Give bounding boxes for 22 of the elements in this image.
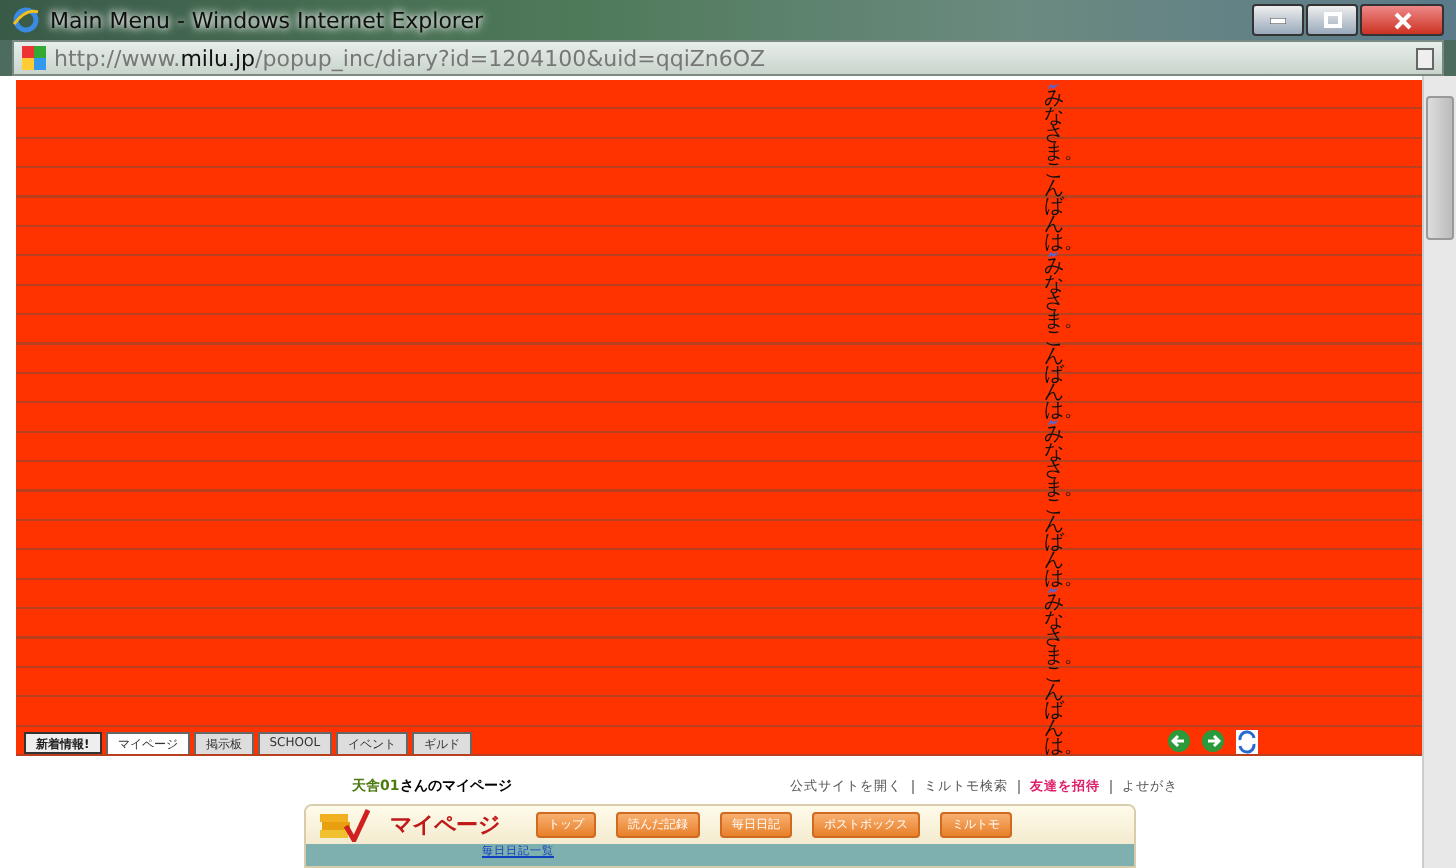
minimize-button[interactable] bbox=[1252, 4, 1304, 36]
browser-logo-icon bbox=[12, 6, 40, 34]
url-text: http://www.milu.jp/popup_inc/diary?id=1204100&uid=qqiZn6OZ bbox=[54, 45, 768, 71]
minimize-icon bbox=[1270, 17, 1286, 23]
forward-arrow-icon[interactable] bbox=[1202, 730, 1224, 752]
books-check-icon bbox=[318, 808, 370, 842]
sparkle-icon bbox=[1044, 588, 1062, 594]
scrollbar[interactable] bbox=[1422, 76, 1456, 868]
refresh-icon[interactable] bbox=[1236, 730, 1258, 754]
close-button[interactable] bbox=[1360, 4, 1444, 36]
site-favicon-icon bbox=[22, 46, 46, 70]
sparkle-icon bbox=[1044, 420, 1062, 426]
sparkle-icon bbox=[1044, 84, 1062, 90]
back-arrow-icon[interactable] bbox=[1168, 730, 1190, 752]
window-title: Main Menu - Windows Internet Explorer bbox=[50, 7, 485, 33]
banner-title: マイページ bbox=[390, 810, 500, 840]
sparkle-icon bbox=[1044, 252, 1062, 258]
maximize-button[interactable] bbox=[1306, 4, 1358, 36]
maximize-icon bbox=[1323, 12, 1341, 28]
address-bar[interactable]: http://www.milu.jp/popup_inc/diary?id=1204100&uid=qqiZn6OZ bbox=[12, 40, 1444, 76]
close-icon bbox=[1393, 11, 1411, 29]
page-icon[interactable] bbox=[1416, 47, 1434, 69]
